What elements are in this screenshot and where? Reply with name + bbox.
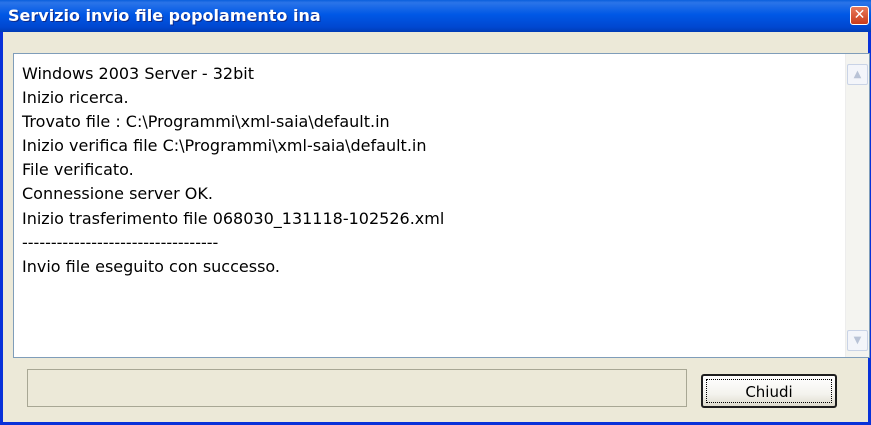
window-title: Servizio invio file popolamento ina — [8, 6, 321, 25]
log-line: Inizio verifica file C:\Programmi\xml-sa… — [22, 136, 427, 156]
title-bar[interactable]: Servizio invio file popolamento ina ✕ — [0, 0, 871, 32]
log-line: Trovato file : C:\Programmi\xml-saia\def… — [22, 112, 390, 132]
log-line: Invio file eseguito con successo. — [22, 256, 281, 276]
vertical-scrollbar[interactable]: ▲ ▼ — [845, 54, 869, 357]
chevron-up-icon: ▲ — [853, 69, 862, 80]
log-line: Windows 2003 Server - 32bit — [22, 64, 254, 83]
close-dialog-button[interactable]: Chiudi — [701, 374, 837, 408]
close-icon: ✕ — [853, 7, 866, 23]
log-line: Connessione server OK. — [22, 184, 213, 204]
dialog-window: Servizio invio file popolamento ina ✕ Wi… — [0, 0, 871, 425]
chevron-down-icon: ▼ — [853, 335, 862, 346]
log-line: Inizio ricerca. — [22, 88, 129, 108]
close-dialog-button-label: Chiudi — [706, 379, 832, 403]
log-line: Inizio trasferimento file 068030_131118-… — [22, 208, 445, 228]
log-lines: Windows 2003 Server - 32bit Inizio ricer… — [22, 62, 839, 279]
log-textarea[interactable]: Windows 2003 Server - 32bit Inizio ricer… — [13, 53, 870, 358]
scroll-down-button[interactable]: ▼ — [847, 330, 868, 351]
close-button[interactable]: ✕ — [850, 6, 869, 25]
log-line: File verificato. — [22, 160, 134, 180]
log-line: ---------------------------------- — [22, 232, 219, 252]
scroll-up-button[interactable]: ▲ — [847, 64, 868, 85]
status-field — [27, 369, 687, 407]
